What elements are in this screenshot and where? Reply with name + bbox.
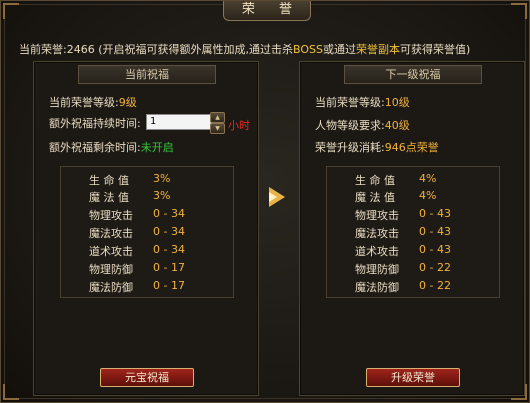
panel-header: 下一级祝福 (344, 65, 482, 84)
stat-name: 物理攻击 (89, 209, 133, 222)
stat-value: 0 - 22 (419, 279, 451, 292)
next-level-label: 当前荣誉等级: (315, 96, 385, 109)
stat-row: 魔 法 值 4% (327, 189, 499, 205)
remaining-value: 未开启 (140, 141, 174, 154)
stat-value: 3% (153, 172, 171, 185)
stat-name: 魔法攻击 (89, 227, 133, 240)
duration-unit: 小时 (228, 119, 250, 132)
stat-name: 魔 法 值 (355, 191, 395, 204)
stat-value: 0 - 34 (153, 243, 185, 256)
upgrade-honor-button[interactable]: 升级荣誉 (366, 368, 460, 387)
triangle-up-icon[interactable]: ▲ (210, 112, 225, 123)
remaining-label: 额外祝福剩余时间: (49, 141, 141, 154)
level-requirement-row: 人物等级要求:40级 (315, 117, 410, 133)
stat-value: 4% (419, 189, 437, 202)
upgrade-cost-label: 荣誉升级消耗: (315, 141, 385, 154)
current-level-label: 当前荣誉等级: (49, 96, 119, 109)
stat-value: 0 - 43 (419, 243, 451, 256)
stat-name: 物理攻击 (355, 209, 399, 222)
honor-info-line: 当前荣誉:2466 (开启祝福可获得额外属性加成,通过击杀BOSS或通过荣誉副本… (19, 41, 470, 57)
stat-row: 道术攻击 0 - 43 (327, 243, 499, 259)
panel-header: 当前祝福 (78, 65, 216, 84)
duration-label: 额外祝福持续时间: (49, 117, 141, 130)
honor-info-mid: 或通过 (322, 43, 356, 56)
stat-row: 魔法攻击 0 - 43 (327, 225, 499, 241)
triangle-down-icon[interactable]: ▼ (210, 123, 225, 134)
current-level-row: 当前荣誉等级:9级 (49, 94, 137, 110)
stat-value: 0 - 43 (419, 225, 451, 238)
stat-value: 0 - 17 (153, 279, 185, 292)
window-title: 荣 誉 (223, 1, 311, 21)
stat-row: 魔法防御 0 - 22 (327, 279, 499, 295)
level-requirement-label: 人物等级要求: (315, 119, 385, 132)
honor-info-prefix: 当前荣誉:2466 (开启祝福可获得额外属性加成,通过击杀 (19, 43, 293, 56)
next-level-value: 10级 (384, 96, 410, 109)
stat-row: 物理防御 0 - 17 (61, 261, 233, 277)
frame-corner (511, 3, 527, 19)
stat-row: 物理攻击 0 - 34 (61, 207, 233, 223)
stat-value: 4% (419, 172, 437, 185)
duration-input[interactable]: 1 (146, 114, 217, 130)
next-stats-box: 生 命 值 4% 魔 法 值 4% 物理攻击 0 - 43 魔法攻击 0 - 43 道术… (326, 166, 500, 298)
stat-row: 生 命 值 3% (61, 172, 233, 188)
arrow-right-icon (269, 187, 285, 207)
honor-window: 荣 誉 当前荣誉:2466 (开启祝福可获得额外属性加成,通过击杀BOSS或通过… (0, 0, 530, 403)
stat-name: 魔法防御 (355, 281, 399, 294)
stat-name: 物理防御 (89, 263, 133, 276)
stat-name: 道术攻击 (89, 245, 133, 258)
upgrade-cost-row: 荣誉升级消耗:946点荣誉 (315, 139, 439, 155)
remaining-row: 额外祝福剩余时间:未开启 (49, 139, 174, 155)
stat-name: 物理防御 (355, 263, 399, 276)
stat-row: 生 命 值 4% (327, 172, 499, 188)
stat-value: 3% (153, 189, 171, 202)
stat-value: 0 - 34 (153, 225, 185, 238)
stat-name: 魔法防御 (89, 281, 133, 294)
frame-corner (3, 384, 19, 400)
boss-text: BOSS (292, 43, 323, 56)
level-requirement-value: 40级 (384, 119, 410, 132)
stat-value: 0 - 22 (419, 261, 451, 274)
stat-value: 0 - 17 (153, 261, 185, 274)
stat-value: 0 - 34 (153, 207, 185, 220)
stat-row: 魔法攻击 0 - 34 (61, 225, 233, 241)
current-blessing-panel: 当前祝福 当前荣誉等级:9级 额外祝福持续时间: 1 ▲ ▼ 小时 额外祝福剩余… (33, 61, 259, 396)
honor-info-suffix: 可获得荣誉值) (399, 43, 471, 56)
frame-corner (3, 3, 19, 19)
stat-value: 0 - 43 (419, 207, 451, 220)
next-level-row: 当前荣誉等级:10级 (315, 94, 410, 110)
current-level-value: 9级 (118, 96, 137, 109)
stat-row: 物理攻击 0 - 43 (327, 207, 499, 223)
honor-dungeon-text: 荣誉副本 (355, 43, 400, 56)
stat-name: 魔 法 值 (89, 191, 129, 204)
stat-row: 魔 法 值 3% (61, 189, 233, 205)
yuanbao-blessing-button[interactable]: 元宝祝福 (100, 368, 194, 387)
stat-row: 物理防御 0 - 22 (327, 261, 499, 277)
upgrade-cost-value: 946点荣誉 (384, 141, 439, 154)
stat-row: 魔法防御 0 - 17 (61, 279, 233, 295)
duration-row: 额外祝福持续时间: (49, 115, 141, 131)
stat-name: 生 命 值 (355, 174, 395, 187)
stat-name: 魔法攻击 (355, 227, 399, 240)
current-stats-box: 生 命 值 3% 魔 法 值 3% 物理攻击 0 - 34 魔法攻击 0 - 34 道术… (60, 166, 234, 298)
stat-name: 道术攻击 (355, 245, 399, 258)
next-blessing-panel: 下一级祝福 当前荣誉等级:10级 人物等级要求:40级 荣誉升级消耗:946点荣… (299, 61, 525, 396)
stat-name: 生 命 值 (89, 174, 129, 187)
stat-row: 道术攻击 0 - 34 (61, 243, 233, 259)
